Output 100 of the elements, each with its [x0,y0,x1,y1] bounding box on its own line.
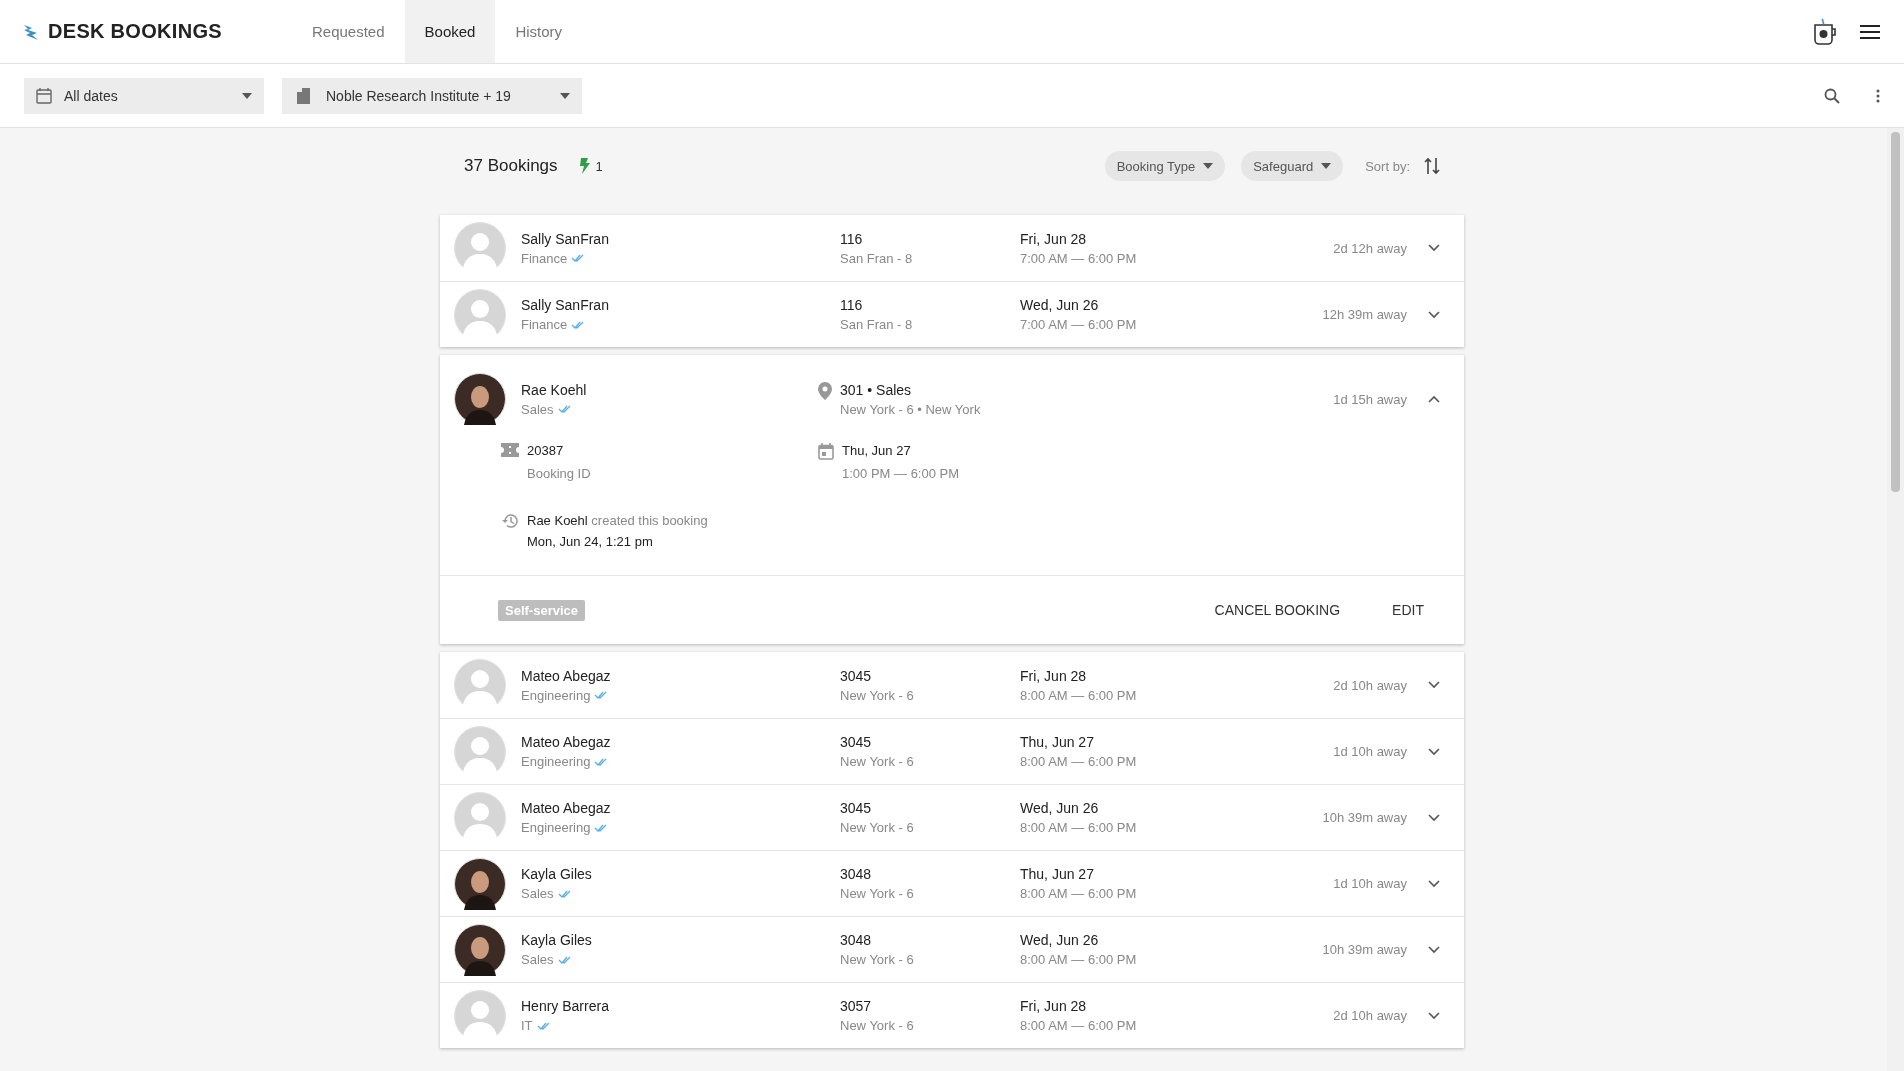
mug-icon[interactable] [1812,17,1838,46]
search-icon[interactable] [1824,87,1840,104]
desk-location: New York - 6 [840,687,915,703]
desk-location: San Fran - 8 [840,250,914,266]
person-name: Mateo Abegaz [521,667,612,684]
department-label: Finance [521,317,568,332]
chevron-up-icon [1428,395,1440,403]
nav-tab[interactable]: Booked [404,0,496,63]
booking-time: 8:00 AM — 6:00 PM [1020,754,1138,769]
desk-number: 3057 [840,998,873,1014]
booking-time: 1:00 PM — 6:00 PM [842,466,960,481]
person-name: Sally SanFran [521,297,610,313]
booking-date: Thu, Jun 27 [1020,866,1095,882]
chevron-down-icon [1428,813,1440,822]
desk-number: 116 [840,230,864,247]
edit-button[interactable]: EDIT [1386,594,1430,626]
booking-date: Wed, Jun 26 [1020,297,1100,313]
desk-number: 3045 [840,667,873,684]
chevron-down-icon [1428,945,1440,954]
person-name: Mateo Abegaz [521,800,612,816]
department-label: Sales [521,886,554,901]
booking-time: 8:00 AM — 6:00 PM [1020,886,1138,901]
double-check-icon [536,1021,550,1030]
booking-date: Wed, Jun 26 [1020,932,1100,948]
cancel-booking-button[interactable]: CANCEL BOOKING [1208,594,1347,626]
desk-number: 3048 [840,932,873,948]
booking-date: Fri, Jun 28 [1020,230,1088,247]
desk-location: New York - 6 [840,820,915,835]
location-pin-icon [818,381,832,400]
person-name: Kayla Giles [521,866,593,882]
department-label: Finance [521,250,568,266]
person-name: Rae Koehl [521,381,588,398]
chevron-down-icon [1428,1011,1440,1020]
double-check-icon [594,691,608,699]
filter-chip[interactable]: Safeguard [1241,151,1344,181]
booking-time: 8:00 AM — 6:00 PM [1020,820,1138,835]
chevron-down-icon [1428,310,1440,319]
lightning-count: 1 [595,158,603,174]
scrollbar[interactable] [1887,128,1904,1071]
department-label: Sales [521,952,554,967]
desk-number: 3045 [840,734,873,750]
history-icon [501,513,519,529]
booking-time: 8:00 AM — 6:00 PM [1020,687,1138,703]
time-until-label: 2d 10h away [1333,1008,1407,1023]
booking-date: Thu, Jun 27 [1020,734,1095,750]
chevron-down-icon [1428,681,1440,689]
caret-icon [560,92,570,99]
time-until-label: 12h 39m away [1322,307,1407,322]
desk-number: 3048 [840,866,873,882]
date-filter[interactable]: All dates [24,77,264,114]
desk-location: New York - 6 [840,886,915,901]
chevron-down-icon [1428,244,1440,252]
desk-location: New York - 6 [840,952,915,967]
app-title: DESK BOOKINGS [48,20,222,43]
department-label: Engineering [521,820,591,835]
double-check-icon [594,757,608,766]
menu-icon[interactable] [1860,24,1880,39]
desk-number: 116 [840,297,864,313]
time-until-label: 1d 10h away [1333,876,1407,891]
more-options-icon[interactable] [1876,88,1880,103]
desk-number: 3045 [840,800,873,816]
booking-time: 7:00 AM — 6:00 PM [1020,250,1138,266]
caret-icon [1321,163,1332,169]
calendar-icon [818,443,834,460]
booking-date: Wed, Jun 26 [1020,800,1100,816]
person-name: Kayla Giles [521,932,593,948]
booking-date: Fri, Jun 28 [1020,667,1088,684]
person-name: Mateo Abegaz [521,734,612,750]
time-until-label: 1d 15h away [1333,391,1407,407]
double-check-icon [571,320,585,329]
lightning-icon [579,158,590,174]
ticket-icon [501,443,519,457]
desk-number: 301 • Sales [840,381,913,398]
booking-time: 7:00 AM — 6:00 PM [1020,317,1138,332]
person-name: Henry Barrera [521,998,610,1014]
sort-icon[interactable] [1424,157,1440,175]
desk-location: New York - 6 [840,754,915,769]
nav-tab[interactable]: History [495,0,583,63]
booking-time: 8:00 AM — 6:00 PM [1020,952,1138,967]
time-until-label: 1d 10h away [1333,744,1407,759]
bookings-count: 37 Bookings [464,156,558,176]
caret-icon [242,92,252,99]
time-until-label: 2d 12h away [1333,240,1407,256]
chevron-down-icon [1428,879,1440,888]
person-name: Sally SanFran [521,230,610,247]
time-until-label: 10h 39m away [1322,942,1407,957]
nav-tab[interactable]: Requested [292,0,405,63]
double-check-icon [557,405,571,413]
booking-id-label: Booking ID [527,466,591,481]
filter-chip[interactable]: Booking Type [1104,151,1226,181]
chevron-down-icon [1428,747,1440,756]
department-label: Engineering [521,754,591,769]
desk-location: New York - 6 [840,1018,915,1033]
created-date: Mon, Jun 24, 1:21 pm [527,534,654,549]
self-service-tag: Self-service [498,599,585,621]
booking-id: 20387 [527,443,565,458]
building-filter[interactable]: Noble Research Institute + 19 [282,77,582,114]
department-label: IT [521,1018,533,1033]
created-note: Rae Koehl created this booking [527,513,708,528]
desk-location: San Fran - 8 [840,317,914,332]
